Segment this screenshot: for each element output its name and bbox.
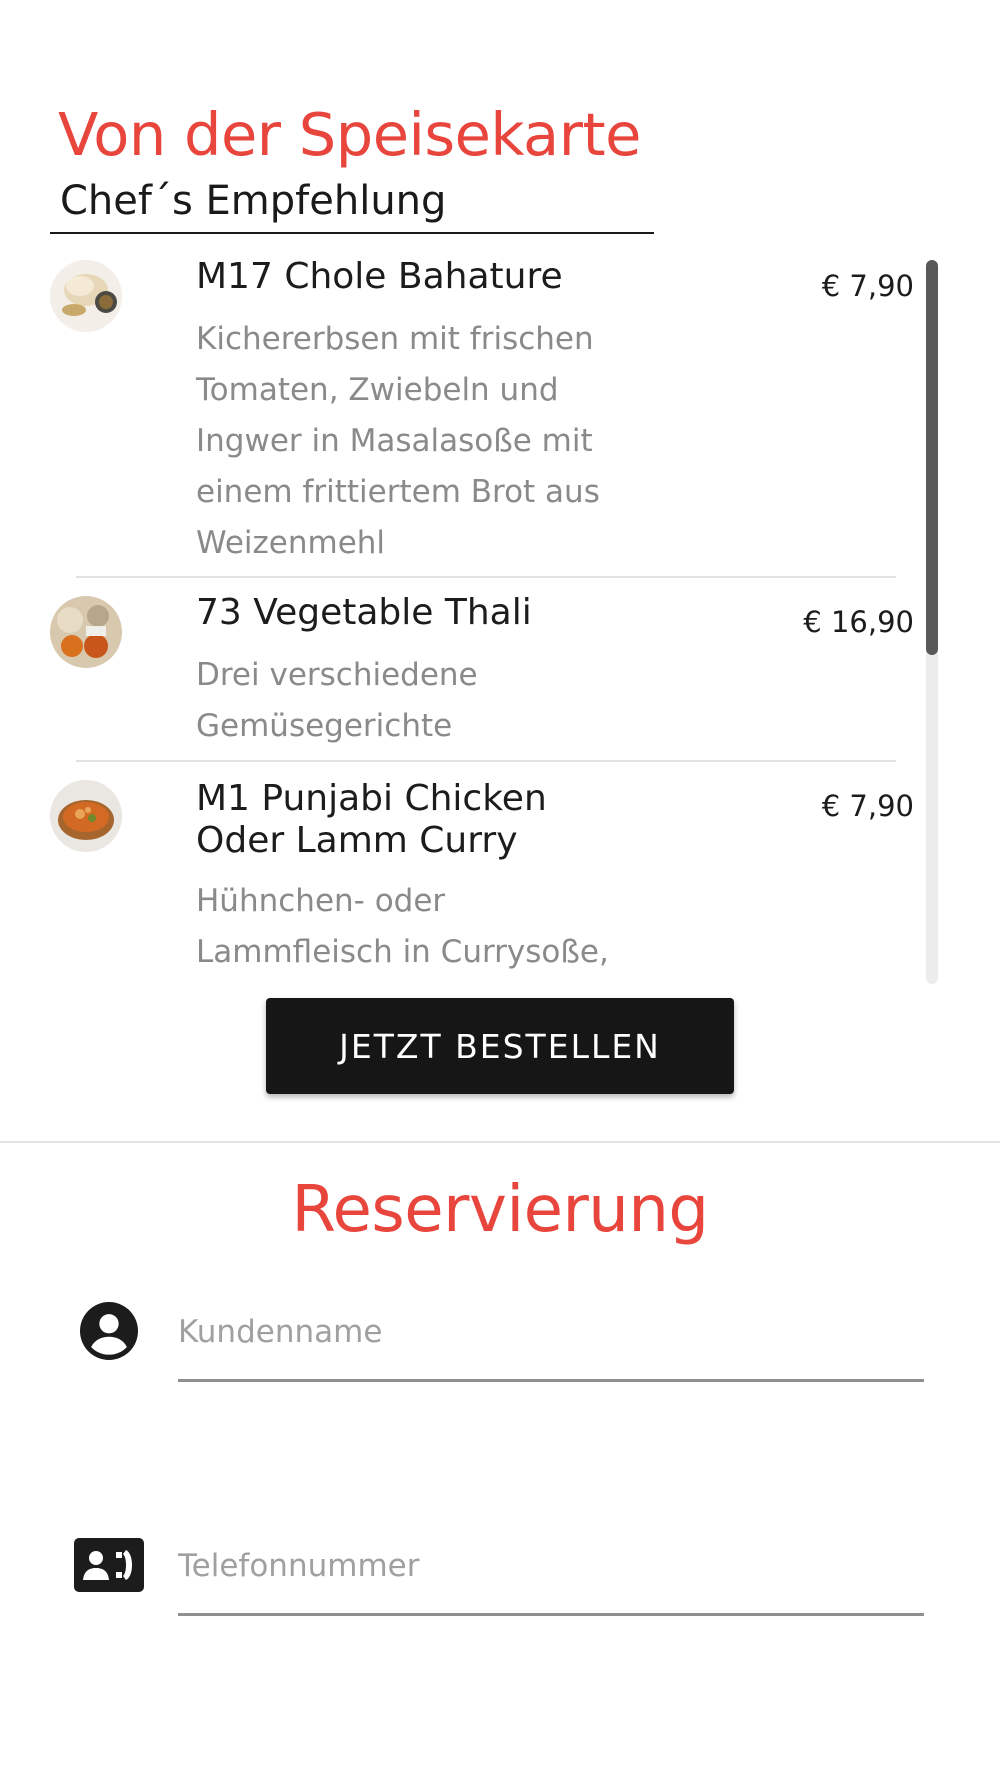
dish-price: € 7,90 — [821, 269, 914, 303]
item-divider — [76, 760, 896, 762]
menu-section-title: Von der Speisekarte — [58, 100, 641, 169]
section-divider — [0, 1141, 1000, 1143]
customer-name-field[interactable] — [178, 1296, 924, 1382]
menu-scrollbar-thumb[interactable] — [926, 260, 938, 655]
dish-description: Kichererbsen mit frischen Tomaten, Zwieb… — [196, 321, 600, 561]
category-tab-chefs-recommendation[interactable]: Chef´s Empfehlung — [50, 172, 654, 234]
contact-phone-icon — [74, 1538, 144, 1596]
menu-list[interactable]: M17 Chole Bahature Kichererbsen mit fris… — [0, 250, 1000, 985]
item-divider — [76, 576, 896, 578]
phone-number-field[interactable] — [178, 1530, 924, 1616]
phone-number-input[interactable] — [178, 1536, 924, 1596]
order-now-button[interactable]: JETZT BESTELLEN — [266, 998, 734, 1094]
menu-scrollbar[interactable] — [926, 260, 938, 984]
page: Von der Speisekarte Chef´s Empfehlung M1… — [0, 0, 1000, 1778]
reservation-section-title: Reservierung — [291, 1173, 709, 1247]
dish-thumbnail — [50, 596, 122, 668]
menu-item[interactable]: 73 Vegetable Thali Drei verschiedene Gem… — [0, 586, 1000, 760]
dish-thumbnail — [50, 260, 122, 332]
dish-name: 73 Vegetable Thali — [196, 592, 532, 633]
menu-item[interactable]: M1 Punjabi Chicken Oder Lamm Curry Hühnc… — [0, 770, 1000, 985]
dish-price: € 7,90 — [821, 789, 914, 823]
dish-name: M1 Punjabi Chicken Oder Lamm Curry — [196, 778, 547, 861]
dish-name: M17 Chole Bahature — [196, 256, 563, 297]
customer-name-input[interactable] — [178, 1302, 924, 1362]
category-tab-label: Chef´s Empfehlung — [60, 178, 447, 224]
dish-description: Hühnchen- oder Lammfleisch in Currysoße, — [196, 883, 609, 970]
menu-item[interactable]: M17 Chole Bahature Kichererbsen mit fris… — [0, 250, 1000, 578]
dish-thumbnail — [50, 780, 122, 852]
dish-price: € 16,90 — [803, 605, 914, 639]
account-circle-icon — [80, 1302, 138, 1364]
dish-description: Drei verschiedene Gemüsegerichte — [196, 657, 478, 744]
